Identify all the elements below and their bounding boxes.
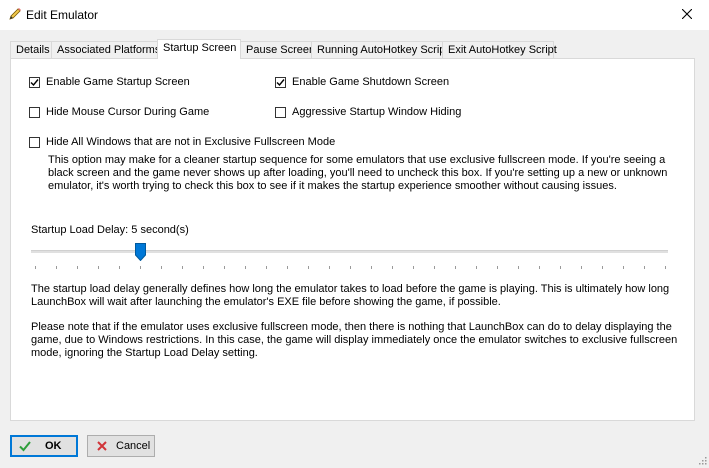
resize-grip-icon[interactable] xyxy=(697,455,707,465)
slider-tick xyxy=(497,266,498,269)
slider-tick xyxy=(308,266,309,269)
load-delay-slider-thumb[interactable] xyxy=(135,243,146,262)
hide-cursor-checkbox[interactable]: Hide Mouse Cursor During Game xyxy=(29,106,209,118)
checkbox-box[interactable] xyxy=(275,76,286,88)
window-title: Edit Emulator xyxy=(26,8,99,22)
slider-tick xyxy=(161,266,162,269)
slider-tick xyxy=(224,266,225,269)
slider-tick xyxy=(98,266,99,269)
slider-tick xyxy=(266,266,267,269)
tab-pause-screen[interactable]: Pause Screen xyxy=(240,41,315,58)
checkbox-box[interactable] xyxy=(29,106,40,118)
ok-button[interactable]: OK xyxy=(10,435,78,457)
slider-tick xyxy=(560,266,561,269)
title-bar: Edit Emulator xyxy=(0,0,709,30)
checkmark-icon xyxy=(30,78,39,86)
checkbox-label: Hide All Windows that are not in Exclusi… xyxy=(46,136,336,148)
slider-tick xyxy=(245,266,246,269)
load-delay-ticks xyxy=(35,266,666,270)
slider-tick xyxy=(455,266,456,269)
slider-tick xyxy=(476,266,477,269)
slider-tick xyxy=(119,266,120,269)
slider-tick xyxy=(413,266,414,269)
enable-shutdown-checkbox[interactable]: Enable Game Shutdown Screen xyxy=(275,76,449,88)
slider-tick xyxy=(182,266,183,269)
tab-running-autohotkey-script[interactable]: Running AutoHotkey Script xyxy=(311,41,448,58)
load-delay-slider-track[interactable] xyxy=(31,250,668,253)
slider-tick xyxy=(623,266,624,269)
hide-windows-description: This option may make for a cleaner start… xyxy=(48,154,668,192)
slider-tick xyxy=(77,266,78,269)
tab-exit-autohotkey-script[interactable]: Exit AutoHotkey Script xyxy=(442,41,557,58)
load-delay-label: Startup Load Delay: 5 second(s) xyxy=(31,224,189,236)
slider-tick xyxy=(665,266,666,269)
slider-tick xyxy=(350,266,351,269)
cancel-button[interactable]: Cancel xyxy=(87,435,155,457)
tab-associated-platforms[interactable]: Associated Platforms xyxy=(51,41,160,58)
slider-tick xyxy=(140,266,141,269)
slider-tick xyxy=(329,266,330,269)
checkmark-icon xyxy=(276,78,285,86)
checkbox-label: Hide Mouse Cursor During Game xyxy=(46,106,210,118)
checkbox-label: Aggressive Startup Window Hiding xyxy=(292,106,462,118)
checkmark-icon xyxy=(19,440,31,452)
checkbox-box[interactable] xyxy=(29,136,40,148)
hide-windows-checkbox[interactable]: Hide All Windows that are not in Exclusi… xyxy=(29,136,335,148)
slider-tick xyxy=(392,266,393,269)
close-button[interactable] xyxy=(665,0,709,30)
checkbox-label: Enable Game Startup Screen xyxy=(46,76,190,88)
slider-tick xyxy=(581,266,582,269)
slider-tick xyxy=(434,266,435,269)
load-delay-description: The startup load delay generally defines… xyxy=(31,283,670,308)
checkbox-box[interactable] xyxy=(275,106,286,118)
startup-screen-panel: Enable Game Startup Screen Enable Game S… xyxy=(10,58,695,421)
pencil-icon xyxy=(8,7,22,21)
slider-tick xyxy=(644,266,645,269)
slider-tick xyxy=(203,266,204,269)
checkbox-label: Enable Game Shutdown Screen xyxy=(292,76,450,88)
slider-tick xyxy=(56,266,57,269)
tab-startup-screen[interactable]: Startup Screen xyxy=(157,39,241,59)
cancel-x-icon xyxy=(96,440,108,452)
slider-tick xyxy=(602,266,603,269)
checkbox-box[interactable] xyxy=(29,76,40,88)
slider-tick xyxy=(518,266,519,269)
slider-tick xyxy=(35,266,36,269)
fullscreen-note: Please note that if the emulator uses ex… xyxy=(31,321,678,359)
slider-tick xyxy=(539,266,540,269)
slider-tick xyxy=(287,266,288,269)
slider-tick xyxy=(371,266,372,269)
aggressive-hiding-checkbox[interactable]: Aggressive Startup Window Hiding xyxy=(275,106,461,118)
enable-startup-checkbox[interactable]: Enable Game Startup Screen xyxy=(29,76,190,88)
tab-details[interactable]: Details xyxy=(10,41,52,58)
close-icon xyxy=(681,8,693,22)
